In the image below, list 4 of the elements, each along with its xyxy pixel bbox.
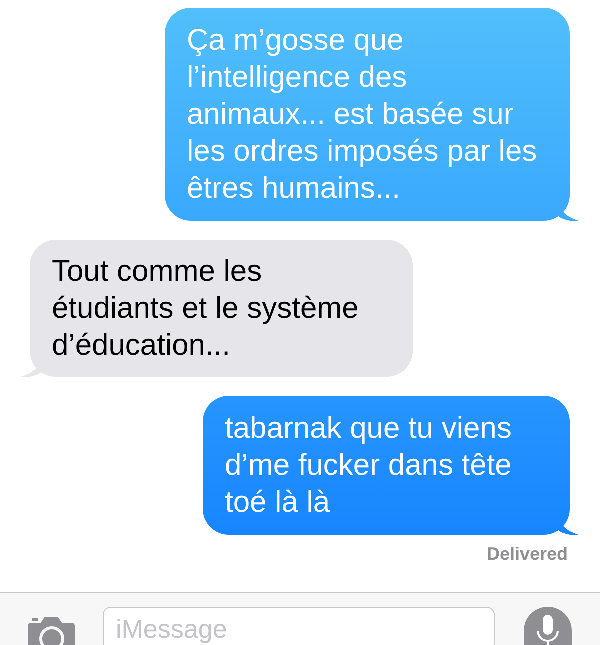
delivery-status: Delivered (486, 543, 568, 566)
camera-icon[interactable] (28, 615, 75, 645)
microphone-icon[interactable] (524, 607, 572, 645)
message-input[interactable]: iMessage (103, 607, 495, 645)
